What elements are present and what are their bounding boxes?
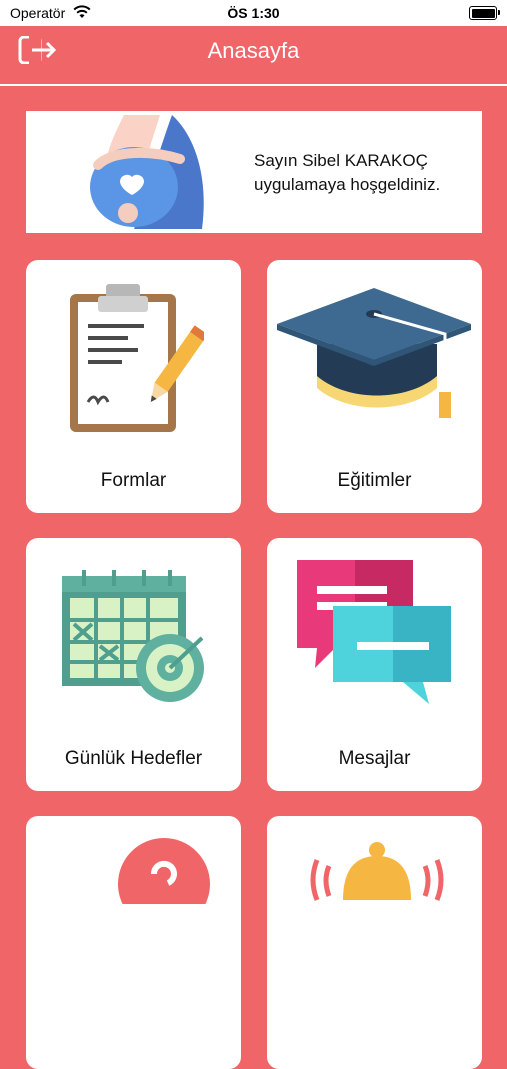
- welcome-banner: Sayın Sibel KARAKOÇ uygulamaya hoşgeldin…: [26, 111, 482, 233]
- menu-card-help[interactable]: [26, 816, 241, 1069]
- menu-card-label: Eğitimler: [337, 470, 412, 491]
- menu-card-formlar[interactable]: Formlar: [26, 260, 241, 513]
- question-icon: [118, 838, 210, 904]
- alarm-bell-icon: [310, 842, 444, 901]
- battery-icon: [469, 6, 500, 20]
- status-bar: Operatör ÖS 1:30: [0, 0, 507, 26]
- menu-card-label: Formlar: [100, 470, 167, 491]
- calendar-target-icon: [62, 570, 204, 702]
- graduation-cap-icon: [277, 288, 471, 418]
- welcome-name-line: Sayın Sibel KARAKOÇ: [254, 151, 428, 170]
- menu-card-label: Mesajlar: [338, 748, 411, 769]
- navigation-bar: Anasayfa: [0, 26, 507, 83]
- nav-divider: [0, 84, 507, 86]
- clock: ÖS 1:30: [227, 5, 280, 21]
- clipboard-icon: [70, 284, 204, 432]
- menu-card-mesajlar[interactable]: Mesajlar: [267, 538, 482, 791]
- pregnant-woman-illustration: [90, 115, 204, 229]
- welcome-greeting-line: uygulamaya hoşgeldiniz.: [254, 175, 441, 194]
- menu-card-alarm[interactable]: [267, 816, 482, 1069]
- chat-bubbles-icon: [297, 560, 451, 704]
- menu-card-gunluk-hedefler[interactable]: Günlük Hedefler: [26, 538, 241, 791]
- menu-card-label: Günlük Hedefler: [64, 748, 203, 769]
- menu-card-egitimler[interactable]: Eğitimler: [267, 260, 482, 513]
- page-title: Anasayfa: [207, 38, 300, 63]
